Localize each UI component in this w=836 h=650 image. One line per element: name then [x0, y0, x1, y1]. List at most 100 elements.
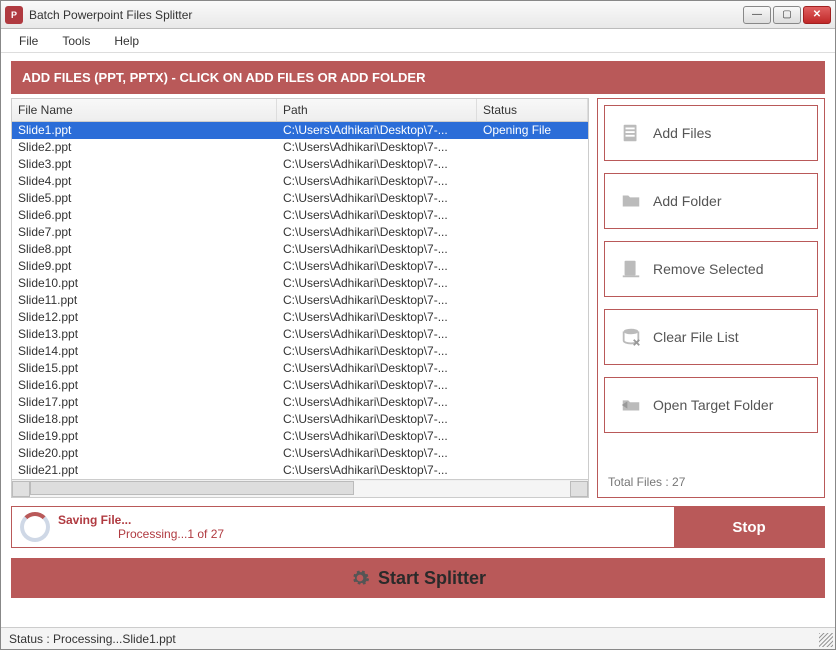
cell-status	[477, 394, 588, 411]
add-files-label: Add Files	[653, 125, 711, 141]
remove-selected-label: Remove Selected	[653, 261, 764, 277]
menu-tools[interactable]: Tools	[52, 31, 100, 51]
column-header-status[interactable]: Status	[477, 99, 588, 121]
table-row[interactable]: Slide2.pptC:\Users\Adhikari\Desktop\7-..…	[12, 139, 588, 156]
cell-path: C:\Users\Adhikari\Desktop\7-...	[277, 224, 477, 241]
open-target-icon	[619, 393, 643, 417]
cell-filename: Slide21.ppt	[12, 462, 277, 479]
column-header-path[interactable]: Path	[277, 99, 477, 121]
cell-filename: Slide7.ppt	[12, 224, 277, 241]
cell-status	[477, 309, 588, 326]
table-row[interactable]: Slide12.pptC:\Users\Adhikari\Desktop\7-.…	[12, 309, 588, 326]
cell-path: C:\Users\Adhikari\Desktop\7-...	[277, 156, 477, 173]
gear-icon	[350, 568, 370, 588]
window-controls: ― ▢ ✕	[743, 6, 831, 24]
remove-selected-button[interactable]: Remove Selected	[604, 241, 818, 297]
maximize-button[interactable]: ▢	[773, 6, 801, 24]
menu-file[interactable]: File	[9, 31, 48, 51]
cell-status	[477, 411, 588, 428]
resize-grip-icon[interactable]	[819, 633, 833, 647]
table-row[interactable]: Slide17.pptC:\Users\Adhikari\Desktop\7-.…	[12, 394, 588, 411]
column-header-name[interactable]: File Name	[12, 99, 277, 121]
table-row[interactable]: Slide18.pptC:\Users\Adhikari\Desktop\7-.…	[12, 411, 588, 428]
table-row[interactable]: Slide19.pptC:\Users\Adhikari\Desktop\7-.…	[12, 428, 588, 445]
cell-path: C:\Users\Adhikari\Desktop\7-...	[277, 462, 477, 479]
side-panel: Add Files Add Folder Remove Selected Cle…	[597, 98, 825, 498]
cell-filename: Slide12.ppt	[12, 309, 277, 326]
menu-help[interactable]: Help	[104, 31, 149, 51]
cell-path: C:\Users\Adhikari\Desktop\7-...	[277, 343, 477, 360]
table-row[interactable]: Slide16.pptC:\Users\Adhikari\Desktop\7-.…	[12, 377, 588, 394]
scroll-left-button[interactable]	[12, 481, 30, 497]
cell-status	[477, 139, 588, 156]
cell-filename: Slide2.ppt	[12, 139, 277, 156]
cell-filename: Slide5.ppt	[12, 190, 277, 207]
cell-status	[477, 326, 588, 343]
cell-status	[477, 207, 588, 224]
scroll-thumb[interactable]	[30, 481, 354, 495]
table-row[interactable]: Slide5.pptC:\Users\Adhikari\Desktop\7-..…	[12, 190, 588, 207]
table-row[interactable]: Slide15.pptC:\Users\Adhikari\Desktop\7-.…	[12, 360, 588, 377]
table-row[interactable]: Slide3.pptC:\Users\Adhikari\Desktop\7-..…	[12, 156, 588, 173]
clear-list-icon	[619, 325, 643, 349]
table-row[interactable]: Slide11.pptC:\Users\Adhikari\Desktop\7-.…	[12, 292, 588, 309]
scroll-right-button[interactable]	[570, 481, 588, 497]
cell-status	[477, 258, 588, 275]
table-row[interactable]: Slide10.pptC:\Users\Adhikari\Desktop\7-.…	[12, 275, 588, 292]
cell-status	[477, 173, 588, 190]
cell-filename: Slide18.ppt	[12, 411, 277, 428]
cell-filename: Slide8.ppt	[12, 241, 277, 258]
instruction-banner: ADD FILES (PPT, PPTX) - CLICK ON ADD FIL…	[11, 61, 825, 94]
scroll-track[interactable]	[30, 481, 570, 497]
processing-label: Processing...1 of 27	[58, 527, 674, 541]
table-row[interactable]: Slide9.pptC:\Users\Adhikari\Desktop\7-..…	[12, 258, 588, 275]
cell-path: C:\Users\Adhikari\Desktop\7-...	[277, 139, 477, 156]
cell-status	[477, 428, 588, 445]
cell-status	[477, 241, 588, 258]
table-row[interactable]: Slide14.pptC:\Users\Adhikari\Desktop\7-.…	[12, 343, 588, 360]
table-row[interactable]: Slide8.pptC:\Users\Adhikari\Desktop\7-..…	[12, 241, 588, 258]
clear-list-label: Clear File List	[653, 329, 739, 345]
cell-path: C:\Users\Adhikari\Desktop\7-...	[277, 326, 477, 343]
window-title: Batch Powerpoint Files Splitter	[29, 8, 743, 22]
minimize-button[interactable]: ―	[743, 6, 771, 24]
close-button[interactable]: ✕	[803, 6, 831, 24]
cell-filename: Slide16.ppt	[12, 377, 277, 394]
table-row[interactable]: Slide13.pptC:\Users\Adhikari\Desktop\7-.…	[12, 326, 588, 343]
add-folder-button[interactable]: Add Folder	[604, 173, 818, 229]
table-row[interactable]: Slide21.pptC:\Users\Adhikari\Desktop\7-.…	[12, 462, 588, 479]
cell-filename: Slide9.ppt	[12, 258, 277, 275]
cell-filename: Slide11.ppt	[12, 292, 277, 309]
total-files-label: Total Files : 27	[604, 473, 818, 491]
spinner-icon	[20, 512, 50, 542]
cell-status	[477, 377, 588, 394]
table-row[interactable]: Slide4.pptC:\Users\Adhikari\Desktop\7-..…	[12, 173, 588, 190]
table-row[interactable]: Slide7.pptC:\Users\Adhikari\Desktop\7-..…	[12, 224, 588, 241]
app-logo-icon: P	[5, 6, 23, 24]
cell-status	[477, 224, 588, 241]
add-files-button[interactable]: Add Files	[604, 105, 818, 161]
file-list-body[interactable]: Slide1.pptC:\Users\Adhikari\Desktop\7-..…	[12, 122, 588, 479]
menu-bar: File Tools Help	[1, 29, 835, 53]
file-list-header: File Name Path Status	[12, 99, 588, 122]
open-target-button[interactable]: Open Target Folder	[604, 377, 818, 433]
clear-list-button[interactable]: Clear File List	[604, 309, 818, 365]
cell-filename: Slide15.ppt	[12, 360, 277, 377]
start-splitter-label: Start Splitter	[378, 568, 486, 589]
cell-status	[477, 275, 588, 292]
cell-status	[477, 360, 588, 377]
cell-filename: Slide10.ppt	[12, 275, 277, 292]
table-row[interactable]: Slide1.pptC:\Users\Adhikari\Desktop\7-..…	[12, 122, 588, 139]
cell-path: C:\Users\Adhikari\Desktop\7-...	[277, 428, 477, 445]
start-splitter-button[interactable]: Start Splitter	[11, 558, 825, 598]
table-row[interactable]: Slide20.pptC:\Users\Adhikari\Desktop\7-.…	[12, 445, 588, 462]
cell-filename: Slide17.ppt	[12, 394, 277, 411]
stop-button[interactable]: Stop	[674, 507, 824, 547]
horizontal-scrollbar[interactable]	[12, 479, 588, 497]
add-folder-label: Add Folder	[653, 193, 721, 209]
table-row[interactable]: Slide6.pptC:\Users\Adhikari\Desktop\7-..…	[12, 207, 588, 224]
add-files-icon	[619, 121, 643, 145]
cell-filename: Slide1.ppt	[12, 122, 277, 139]
title-bar: P Batch Powerpoint Files Splitter ― ▢ ✕	[1, 1, 835, 29]
cell-filename: Slide13.ppt	[12, 326, 277, 343]
